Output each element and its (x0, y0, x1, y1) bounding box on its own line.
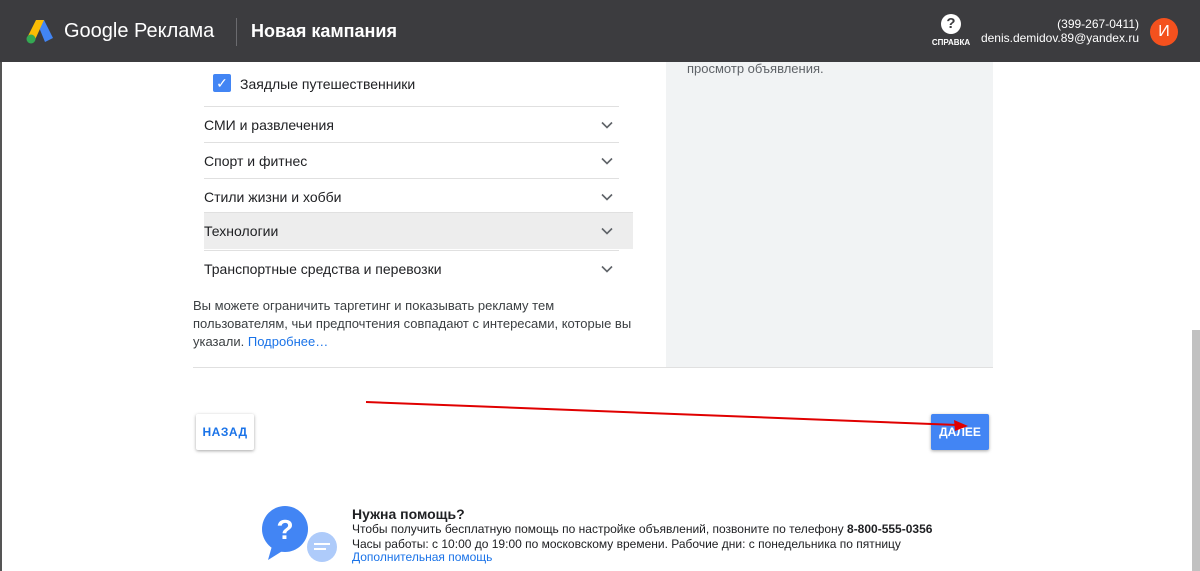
side-panel (666, 62, 993, 367)
chevron-down-icon (601, 265, 613, 273)
top-bar: Google Реклама Новая кампания ? СПРАВКА … (0, 0, 1200, 62)
category-sport-fitness[interactable]: Спорт и фитнес (204, 142, 619, 179)
category-media-entertainment[interactable]: СМИ и развлечения (204, 106, 619, 143)
category-label: Транспортные средства и перевозки (204, 261, 442, 277)
side-panel-text: просмотр объявления. (687, 61, 824, 76)
back-button[interactable]: НАЗАД (196, 414, 254, 450)
left-edge-rule (0, 62, 2, 571)
interest-checkbox-row[interactable]: ✓ Заядлые путешественники (213, 74, 619, 94)
header-divider (236, 18, 237, 46)
help-hours-line: Часы работы: с 10:00 до 19:00 по московс… (352, 537, 901, 551)
checkbox-label: Заядлые путешественники (240, 76, 416, 92)
help-button[interactable]: ? СПРАВКА (930, 14, 972, 54)
help-phone-line: Чтобы получить бесплатную помощь по наст… (352, 522, 932, 536)
chevron-down-icon (601, 121, 613, 129)
additional-help-link[interactable]: Дополнительная помощь (352, 550, 492, 564)
help-chat-icon: ? (262, 506, 337, 562)
targeting-info: Вы можете ограничить таргетинг и показыв… (193, 297, 633, 351)
account-id: (399-267-0411) (1057, 17, 1139, 31)
chevron-down-icon (601, 193, 613, 201)
category-lifestyle-hobbies[interactable]: Стили жизни и хобби (204, 178, 619, 215)
help-label: СПРАВКА (931, 38, 971, 47)
google-ads-logo-icon[interactable] (26, 18, 54, 44)
account-email[interactable]: denis.demidov.89@yandex.ru (981, 31, 1139, 45)
brand-name: Google Реклама (64, 20, 215, 42)
category-vehicles-transport[interactable]: Транспортные средства и перевозки (204, 250, 619, 287)
category-label: СМИ и развлечения (204, 117, 334, 133)
learn-more-link[interactable]: Подробнее… (248, 334, 328, 349)
category-technology[interactable]: Технологии (204, 212, 633, 249)
avatar[interactable]: И (1150, 18, 1178, 46)
category-label: Стили жизни и хобби (204, 189, 342, 205)
section-divider (193, 367, 993, 368)
scrollbar-thumb[interactable] (1192, 330, 1200, 571)
help-icon: ? (941, 14, 961, 34)
chevron-down-icon (601, 227, 613, 235)
category-label: Технологии (204, 223, 279, 239)
chevron-down-icon (601, 157, 613, 165)
category-label: Спорт и фитнес (204, 153, 308, 169)
help-phone-number: 8-800-555-0356 (847, 522, 933, 536)
svg-text:?: ? (276, 514, 293, 545)
next-button[interactable]: ДАЛЕЕ (931, 414, 989, 450)
page-title: Новая кампания (251, 21, 397, 41)
checkbox-checked-icon[interactable]: ✓ (213, 74, 231, 92)
help-line-text: Чтобы получить бесплатную помощь по наст… (352, 522, 844, 536)
help-title: Нужна помощь? (352, 506, 465, 522)
